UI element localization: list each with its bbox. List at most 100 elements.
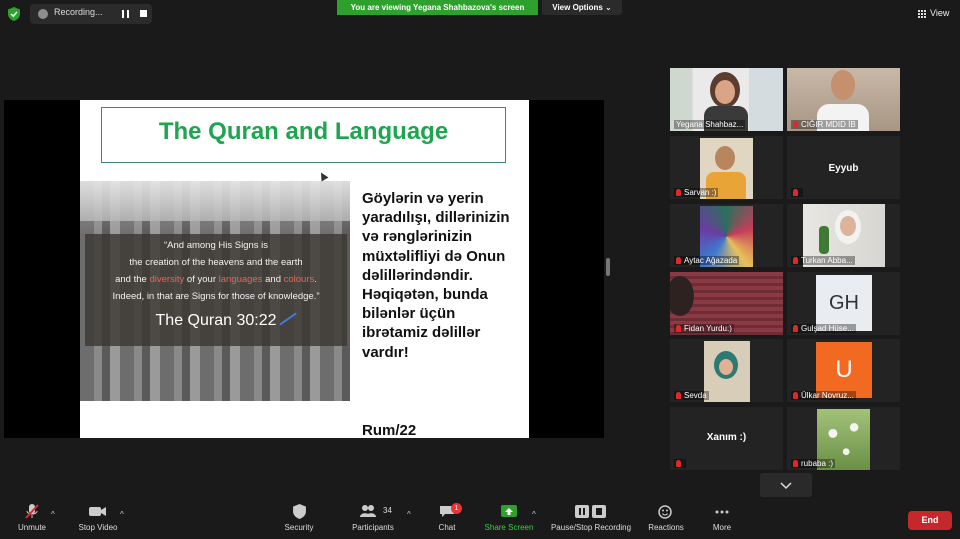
participant-name: CIĞIR MDID İB [791, 120, 858, 129]
share-screen-button[interactable]: Share Screen [482, 504, 536, 532]
stop-recording-icon[interactable] [140, 10, 147, 17]
muted-mic-icon [676, 257, 681, 264]
participant-tile[interactable]: Sevda [670, 339, 783, 402]
participant-avatar: GH [816, 275, 872, 331]
pause-stop-icon [575, 505, 606, 518]
participant-name: rubaba :) [791, 459, 836, 468]
quote-text: . [314, 274, 317, 285]
participant-center-label: Eyyub [828, 163, 859, 174]
quote-text: and the [115, 274, 150, 285]
participant-tile[interactable]: rubaba :) [787, 407, 900, 470]
participant-tile[interactable]: GH Gulşad Hüse... [787, 272, 900, 335]
participant-name-text: Sevda [684, 391, 707, 400]
grid-view-icon [918, 9, 927, 18]
muted-mic-icon [793, 189, 798, 196]
scroll-down-button[interactable] [760, 473, 812, 497]
share-screen-icon [501, 505, 517, 517]
participant-tile[interactable]: CIĞIR MDID İB [787, 68, 900, 131]
muted-mic-icon [793, 121, 798, 128]
quote-line-3: and the diversity of your languages and … [85, 274, 347, 285]
participant-name [674, 459, 686, 468]
more-label: More [712, 523, 732, 532]
quote-text: of your [184, 274, 219, 285]
participants-options-caret[interactable]: ^ [407, 510, 411, 519]
view-button[interactable]: View [918, 8, 949, 18]
participant-tile[interactable]: U Ülkar Novruz... [787, 339, 900, 402]
participant-tile[interactable]: Sarvan :) [670, 136, 783, 199]
quote-text: and [262, 274, 284, 285]
participant-avatar: U [816, 342, 872, 398]
share-screen-label: Share Screen [484, 523, 534, 532]
reactions-button[interactable]: Reactions [646, 504, 686, 532]
muted-mic-icon [676, 325, 681, 332]
participant-name: Gulşad Hüse... [791, 324, 856, 333]
participant-name-text: Aytac Ağazada [684, 256, 738, 265]
more-button[interactable]: More [708, 504, 736, 532]
cloud-recording-icon [38, 9, 48, 19]
security-label: Security [284, 523, 314, 532]
recording-label: Recording... [54, 7, 103, 17]
chat-unread-badge: 1 [451, 503, 462, 514]
participant-name: Yegana Shahbaz... [674, 120, 746, 129]
pause-stop-recording-button[interactable]: Pause/Stop Recording [548, 504, 634, 532]
shield-icon[interactable] [8, 7, 20, 21]
reactions-label: Reactions [648, 523, 684, 532]
share-options-caret[interactable]: ^ [532, 510, 536, 519]
participant-name-text: Turkan Abba... [801, 256, 853, 265]
participant-name-text: Fidan Yurdu:) [684, 324, 732, 333]
participant-name: Fidan Yurdu:) [674, 324, 734, 333]
resize-handle[interactable] [606, 258, 610, 276]
view-button-label: View [930, 8, 950, 18]
translation-text: Göylərin və yerin yaradılışı, dilləriniz… [362, 190, 510, 361]
muted-mic-icon [793, 325, 798, 332]
unmute-button[interactable]: Unmute [14, 504, 50, 532]
participant-name: Sarvan :) [674, 188, 719, 197]
quote-line-1: “And among His Signs is [163, 240, 269, 251]
meeting-toolbar [0, 497, 960, 539]
city-photo-sky [80, 181, 350, 221]
end-meeting-button[interactable]: End [908, 511, 952, 530]
security-button[interactable]: Security [282, 504, 316, 532]
participant-name-text: rubaba :) [801, 459, 834, 468]
stop-video-label: Stop Video [78, 523, 118, 532]
participant-name: Ülkar Novruz... [791, 391, 856, 400]
pause-recording-label: Pause/Stop Recording [550, 523, 632, 532]
participant-name: Aytac Ağazada [674, 256, 740, 265]
participant-tile[interactable]: Eyyub [787, 136, 900, 199]
smiley-icon [658, 505, 672, 519]
stop-video-button[interactable]: Stop Video [74, 504, 122, 532]
muted-mic-icon [793, 392, 798, 399]
participant-name [791, 188, 803, 197]
participant-name: Sevda [674, 391, 709, 400]
participant-tile[interactable]: Aytac Ağazada [670, 204, 783, 267]
audio-options-caret[interactable]: ^ [51, 510, 55, 519]
muted-mic-icon [793, 257, 798, 264]
pause-recording-icon[interactable] [122, 10, 129, 18]
participant-name: Turkan Abba... [791, 256, 855, 265]
highlight-word: colours [283, 274, 315, 285]
participant-tile[interactable]: Xanım :) [670, 407, 783, 470]
quote-line-4: Indeed, in that are Signs for those of k… [112, 291, 320, 302]
view-options-button[interactable]: View Options ⌄ [542, 0, 622, 15]
participant-name-text: Ülkar Novruz... [801, 391, 854, 400]
muted-mic-icon [793, 460, 798, 467]
participant-name-text: Gulşad Hüse... [801, 324, 854, 333]
participants-count: 34 [383, 506, 392, 515]
participant-center-label: Xanım :) [706, 432, 747, 443]
quote-reference: The Quran 30:22 [155, 312, 277, 329]
chevron-down-icon [780, 482, 792, 490]
video-options-caret[interactable]: ^ [120, 510, 124, 519]
participant-tile[interactable]: Fidan Yurdu:) [670, 272, 783, 335]
unmute-label: Unmute [17, 523, 46, 532]
participant-name-text: Sarvan :) [684, 188, 717, 197]
participant-tile[interactable]: Yegana Shahbaz... [670, 68, 783, 131]
quote-line-2: the creation of the heavens and the eart… [129, 257, 303, 268]
highlight-word: languages [218, 274, 263, 285]
slide-title: The Quran and Language [158, 118, 449, 145]
participant-tile[interactable]: Turkan Abba... [787, 204, 900, 267]
muted-mic-icon [25, 504, 39, 519]
viewing-screen-banner: You are viewing Yegana Shahbazova's scre… [337, 0, 538, 15]
source-reference: Rum/22 [362, 422, 417, 439]
muted-mic-icon [676, 392, 681, 399]
muted-mic-icon [676, 189, 681, 196]
